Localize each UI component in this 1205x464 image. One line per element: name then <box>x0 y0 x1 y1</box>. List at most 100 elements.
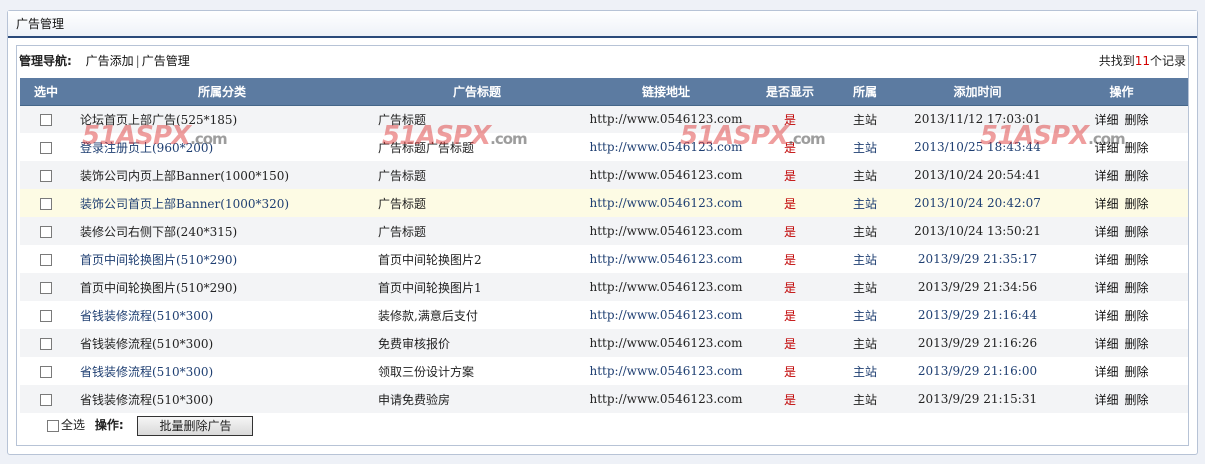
row-time: 2013/11/12 17:03:01 <box>900 105 1055 133</box>
detail-link[interactable]: 详细 <box>1094 281 1118 295</box>
table-row[interactable]: 省钱装修流程(510*300) 装修款,满意后支付 http://www.05461… <box>20 301 1188 329</box>
detail-link[interactable]: 详细 <box>1094 225 1118 239</box>
row-site: 主站 <box>830 189 900 217</box>
row-time: 2013/10/24 13:50:21 <box>900 217 1055 245</box>
table-row[interactable]: 首页中间轮换图片(510*290) 首页中间轮换图片2 http://www.054… <box>20 245 1188 273</box>
row-show-status: 是 <box>750 245 830 273</box>
table-row[interactable]: 装修公司右侧下部(240*315) 广告标题 http://www.0546123.… <box>20 217 1188 245</box>
delete-link[interactable]: 删除 <box>1125 393 1149 407</box>
row-link[interactable]: http://www.0546123.com <box>582 329 750 357</box>
detail-link[interactable]: 详细 <box>1094 253 1118 267</box>
row-title: 领取三份设计方案 <box>372 357 582 385</box>
delete-link[interactable]: 删除 <box>1125 337 1149 351</box>
row-ops: 详细 删除 <box>1055 273 1188 301</box>
record-count: 11 <box>1134 54 1150 68</box>
row-checkbox[interactable] <box>40 253 52 266</box>
header-title: 广告标题 <box>372 78 582 106</box>
row-checkbox[interactable] <box>40 113 52 126</box>
table-row[interactable]: 登录注册页上(960*200) 广告标题广告标题 http://www.054612… <box>20 133 1188 161</box>
row-show-status: 是 <box>750 217 830 245</box>
delete-link[interactable]: 删除 <box>1125 281 1149 295</box>
row-link[interactable]: http://www.0546123.com <box>582 105 750 133</box>
row-site: 主站 <box>830 217 900 245</box>
row-site: 主站 <box>830 357 900 385</box>
detail-link[interactable]: 详细 <box>1094 113 1118 127</box>
row-time: 2013/10/24 20:54:41 <box>900 161 1055 189</box>
row-category: 论坛首页上部广告(525*185) <box>72 105 372 133</box>
row-site: 主站 <box>830 301 900 329</box>
row-checkbox[interactable] <box>40 225 52 238</box>
row-title: 广告标题 <box>372 105 582 133</box>
row-checkbox[interactable] <box>40 365 52 378</box>
detail-link[interactable]: 详细 <box>1094 337 1118 351</box>
detail-link[interactable]: 详细 <box>1094 197 1118 211</box>
delete-link[interactable]: 删除 <box>1125 169 1149 183</box>
delete-link[interactable]: 删除 <box>1125 225 1149 239</box>
delete-link[interactable]: 删除 <box>1125 113 1149 127</box>
row-category: 装饰公司内页上部Banner(1000*150) <box>72 161 372 189</box>
detail-link[interactable]: 详细 <box>1094 309 1118 323</box>
row-show-status: 是 <box>750 385 830 413</box>
row-title: 首页中间轮换图片1 <box>372 273 582 301</box>
table-row[interactable]: 省钱装修流程(510*300) 免费审核报价 http://www.0546123.… <box>20 329 1188 357</box>
batch-delete-button[interactable]: 批量删除广告 <box>137 415 254 436</box>
row-category: 省钱装修流程(510*300) <box>72 357 372 385</box>
row-link[interactable]: http://www.0546123.com <box>582 133 750 161</box>
table-row[interactable]: 论坛首页上部广告(525*185) 广告标题 http://www.0546123.… <box>20 105 1188 133</box>
row-link[interactable]: http://www.0546123.com <box>582 385 750 413</box>
row-show-status: 是 <box>750 133 830 161</box>
row-checkbox[interactable] <box>40 197 52 210</box>
management-nav: 管理导航: 广告添加 | 广告管理 共找到11个记录 <box>17 46 1188 78</box>
row-time: 2013/9/29 21:15:31 <box>900 385 1055 413</box>
row-checkbox[interactable] <box>40 337 52 350</box>
nav-link-add-ad[interactable]: 广告添加 <box>86 54 134 68</box>
row-link[interactable]: http://www.0546123.com <box>582 161 750 189</box>
row-link[interactable]: http://www.0546123.com <box>582 357 750 385</box>
row-checkbox[interactable] <box>40 141 52 154</box>
detail-link[interactable]: 详细 <box>1094 141 1118 155</box>
row-show-status: 是 <box>750 357 830 385</box>
delete-link[interactable]: 删除 <box>1125 365 1149 379</box>
row-title: 首页中间轮换图片2 <box>372 245 582 273</box>
detail-link[interactable]: 详细 <box>1094 169 1118 183</box>
delete-link[interactable]: 删除 <box>1125 141 1149 155</box>
row-category: 装修公司右侧下部(240*315) <box>72 217 372 245</box>
table-row[interactable]: 装饰公司首页上部Banner(1000*320) 广告标题 http://www.0… <box>20 189 1188 217</box>
row-checkbox[interactable] <box>40 281 52 294</box>
select-all-checkbox[interactable] <box>47 419 59 432</box>
table-row[interactable]: 省钱装修流程(510*300) 申请免费验房 http://www.0546123.… <box>20 385 1188 413</box>
select-all-label: 全选 <box>61 418 86 432</box>
row-select-cell <box>20 133 72 161</box>
nav-link-manage-ad[interactable]: 广告管理 <box>142 54 190 68</box>
row-select-cell <box>20 385 72 413</box>
row-ops: 详细 删除 <box>1055 105 1188 133</box>
row-link[interactable]: http://www.0546123.com <box>582 217 750 245</box>
row-time: 2013/10/25 18:43:44 <box>900 133 1055 161</box>
row-title: 装修款,满意后支付 <box>372 301 582 329</box>
row-link[interactable]: http://www.0546123.com <box>582 301 750 329</box>
row-checkbox[interactable] <box>40 309 52 322</box>
detail-link[interactable]: 详细 <box>1094 365 1118 379</box>
row-link[interactable]: http://www.0546123.com <box>582 245 750 273</box>
table-row[interactable]: 装饰公司内页上部Banner(1000*150) 广告标题 http://www.0… <box>20 161 1188 189</box>
delete-link[interactable]: 删除 <box>1125 309 1149 323</box>
ops-label: 操作: <box>94 418 124 432</box>
row-show-status: 是 <box>750 161 830 189</box>
header-select: 选中 <box>20 78 72 106</box>
delete-link[interactable]: 删除 <box>1125 253 1149 267</box>
row-ops: 详细 删除 <box>1055 217 1188 245</box>
row-link[interactable]: http://www.0546123.com <box>582 273 750 301</box>
detail-link[interactable]: 详细 <box>1094 393 1118 407</box>
header-link: 链接地址 <box>582 78 750 106</box>
row-show-status: 是 <box>750 301 830 329</box>
delete-link[interactable]: 删除 <box>1125 197 1149 211</box>
row-ops: 详细 删除 <box>1055 301 1188 329</box>
table-row[interactable]: 省钱装修流程(510*300) 领取三份设计方案 http://www.054612… <box>20 357 1188 385</box>
table-row[interactable]: 首页中间轮换图片(510*290) 首页中间轮换图片1 http://www.054… <box>20 273 1188 301</box>
row-checkbox[interactable] <box>40 169 52 182</box>
row-time: 2013/9/29 21:16:00 <box>900 357 1055 385</box>
row-checkbox[interactable] <box>40 393 52 406</box>
row-category: 登录注册页上(960*200) <box>72 133 372 161</box>
row-show-status: 是 <box>750 329 830 357</box>
row-link[interactable]: http://www.0546123.com <box>582 189 750 217</box>
